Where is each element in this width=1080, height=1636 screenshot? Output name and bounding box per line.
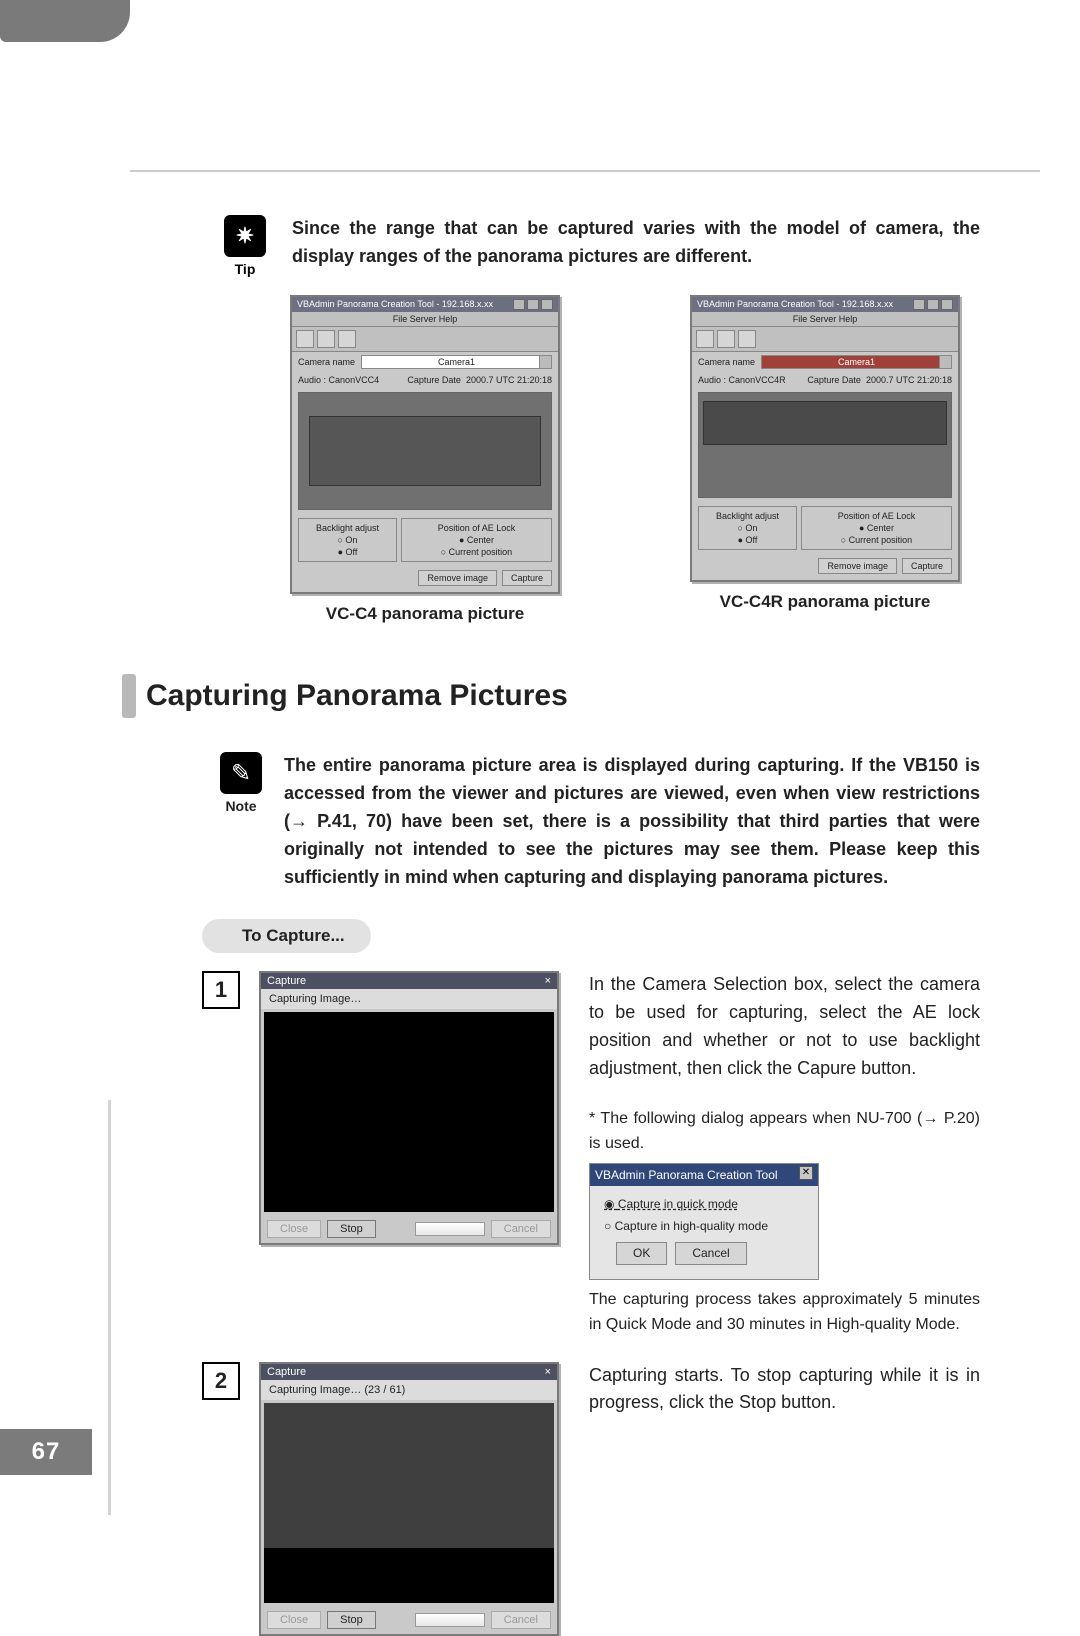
step-2-number: 2 bbox=[202, 1362, 240, 1400]
panorama-preview bbox=[298, 392, 552, 510]
camera-select[interactable]: Camera1 bbox=[361, 355, 552, 369]
step-2-screenshot: Capture× Capturing Image… (23 / 61) Clos… bbox=[259, 1362, 559, 1636]
pano-title: VBAdmin Panorama Creation Tool - 192.168… bbox=[697, 299, 893, 310]
corner-tab bbox=[0, 0, 130, 42]
bl-off[interactable]: Off bbox=[704, 535, 791, 545]
capture-status: Capturing Image… (23 / 61) bbox=[261, 1380, 557, 1400]
section-heading: Capturing Panorama Pictures bbox=[122, 674, 980, 718]
close-icon[interactable]: × bbox=[545, 1366, 551, 1378]
side-rule bbox=[108, 1100, 111, 1515]
camera-label: Camera name bbox=[298, 357, 355, 367]
toolbar[interactable] bbox=[292, 327, 558, 352]
vcc4-shot: VBAdmin Panorama Creation Tool - 192.168… bbox=[290, 295, 560, 624]
capture-preview bbox=[264, 1012, 554, 1212]
vcc4-caption: VC-C4 panorama picture bbox=[290, 604, 560, 624]
step-1-screenshot: Capture× Capturing Image… Close Stop Can… bbox=[259, 971, 559, 1337]
note-icon: ✎ bbox=[220, 752, 262, 794]
toolbar[interactable] bbox=[692, 327, 958, 352]
step-1-after: The capturing process takes approximatel… bbox=[589, 1288, 980, 1338]
tip-label: Tip bbox=[220, 261, 270, 277]
close-icon[interactable]: ✕ bbox=[799, 1166, 813, 1180]
capture-button[interactable]: Capture bbox=[902, 558, 952, 574]
progress-bar bbox=[415, 1613, 485, 1627]
stop-button[interactable]: Stop bbox=[327, 1220, 376, 1238]
ae-center[interactable]: Center bbox=[807, 523, 946, 533]
bl-off[interactable]: Off bbox=[304, 547, 391, 557]
note-label: Note bbox=[220, 798, 262, 814]
bl-on[interactable]: On bbox=[304, 535, 391, 545]
capture-status: Capturing Image… bbox=[261, 989, 557, 1009]
camera-label: Camera name bbox=[698, 357, 755, 367]
ae-current[interactable]: Current position bbox=[407, 547, 546, 557]
bl-on[interactable]: On bbox=[704, 523, 791, 533]
note-text: The entire panorama picture area is disp… bbox=[284, 752, 980, 891]
ae-current[interactable]: Current position bbox=[807, 535, 946, 545]
step-2-text: Capturing starts. To stop capturing whil… bbox=[589, 1362, 980, 1418]
panorama-preview bbox=[698, 392, 952, 498]
camera-select[interactable]: Camera1 bbox=[761, 355, 952, 369]
cancel-button[interactable]: Cancel bbox=[491, 1611, 551, 1629]
progress-bar bbox=[415, 1222, 485, 1236]
close-button[interactable]: Close bbox=[267, 1611, 321, 1629]
tip-icon-wrap: ✷ Tip bbox=[220, 215, 270, 277]
step-1-number: 1 bbox=[202, 971, 240, 1009]
top-rule bbox=[130, 170, 1040, 172]
remove-image-button[interactable]: Remove image bbox=[418, 570, 497, 586]
vcc4r-shot: VBAdmin Panorama Creation Tool - 192.168… bbox=[690, 295, 960, 624]
capture-button[interactable]: Capture bbox=[502, 570, 552, 586]
menu-bar[interactable]: File Server Help bbox=[292, 312, 558, 327]
nu700-dialog: VBAdmin Panorama Creation Tool ✕ Capture… bbox=[589, 1163, 819, 1280]
ok-button[interactable]: OK bbox=[616, 1242, 667, 1265]
note-icon-wrap: ✎ Note bbox=[220, 752, 262, 814]
tip-text: Since the range that can be captured var… bbox=[292, 215, 980, 271]
vcc4r-caption: VC-C4R panorama picture bbox=[690, 592, 960, 612]
capture-preview bbox=[264, 1403, 554, 1603]
close-icon[interactable]: × bbox=[545, 975, 551, 987]
stop-button[interactable]: Stop bbox=[327, 1611, 376, 1629]
step-1-subnote: * The following dialog appears when NU-7… bbox=[589, 1107, 980, 1157]
menu-bar[interactable]: File Server Help bbox=[692, 312, 958, 327]
cancel-button[interactable]: Cancel bbox=[675, 1242, 746, 1265]
cancel-button[interactable]: Cancel bbox=[491, 1220, 551, 1238]
section-title: Capturing Panorama Pictures bbox=[146, 679, 568, 713]
quick-mode-radio[interactable]: Capture in quick mode bbox=[604, 1195, 804, 1214]
ae-center[interactable]: Center bbox=[407, 535, 546, 545]
close-button[interactable]: Close bbox=[267, 1220, 321, 1238]
window-controls[interactable] bbox=[513, 299, 553, 310]
window-controls[interactable] bbox=[913, 299, 953, 310]
page-number: 67 bbox=[0, 1429, 92, 1475]
step-1-text: In the Camera Selection box, select the … bbox=[589, 971, 980, 1083]
hq-mode-radio[interactable]: Capture in high-quality mode bbox=[604, 1217, 804, 1236]
pano-title: VBAdmin Panorama Creation Tool - 192.168… bbox=[297, 299, 493, 310]
to-capture-pill: To Capture... bbox=[202, 919, 371, 953]
tip-icon: ✷ bbox=[224, 215, 266, 257]
remove-image-button[interactable]: Remove image bbox=[818, 558, 897, 574]
